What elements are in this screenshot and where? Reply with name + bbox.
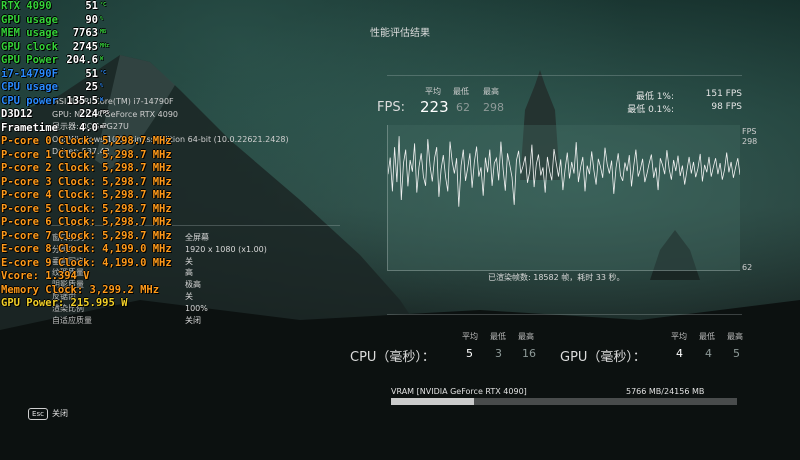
fps-low01-label: 最低 0.1%:	[627, 105, 674, 115]
osd-value: 51	[85, 67, 98, 80]
cpu-header-max: 最高	[518, 332, 534, 341]
fps-header-min: 最低	[453, 87, 469, 96]
fps-axis-unit: FPS	[742, 127, 757, 136]
osd-value: 25	[85, 81, 98, 93]
osd-core-text: P-core 2 Clock: 5,298.7 MHz	[1, 162, 172, 174]
cpu-header-min: 最低	[490, 332, 506, 341]
gpu-frame-avg: 4	[676, 347, 683, 360]
gpu-header-avg: 平均	[671, 332, 687, 341]
vram-label: VRAM [NVIDIA GeForce RTX 4090]	[391, 387, 527, 396]
osd-core-text: GPU Power: 215.995 W	[1, 297, 128, 309]
setting-value: 关	[185, 256, 193, 266]
osd-unit: MB	[100, 29, 107, 35]
settings-values: 全屏幕 1920 x 1080 (x1.00) 关 高 极高 关 100% 关闭	[185, 232, 267, 326]
osd-core-text: P-core 3 Clock: 5,298.7 MHz	[1, 175, 172, 188]
fps-graph-svg	[387, 136, 741, 207]
osd-value: 90	[85, 13, 98, 26]
osd-core-text: P-core 4 Clock: 5,298.7 MHz	[1, 189, 172, 201]
osd-core-text: Memory Clock: 3,299.2 MHz	[1, 283, 160, 296]
fps-header-max: 最高	[483, 87, 499, 96]
setting-value: 1920 x 1080 (x1.00)	[185, 244, 267, 254]
fps-low01-value: 98 FPS	[711, 102, 742, 112]
cpu-frame-max: 16	[522, 347, 536, 360]
osd-value: 2745	[72, 40, 98, 53]
osd-unit: °C	[100, 2, 107, 8]
setting-value: 关闭	[185, 315, 201, 325]
gpu-header-max: 最高	[727, 332, 743, 341]
fps-series-line	[387, 136, 741, 207]
gpu-frame-label: GPU（毫秒）：	[560, 350, 646, 365]
setting-value: 100%	[185, 303, 208, 313]
vram-bar	[391, 398, 737, 405]
rendered-frames-text: 已渲染帧数: 18582 帧，耗时 33 秒。	[488, 273, 625, 282]
osd-core-text: P-core 7 Clock: 5,298.7 MHz	[1, 229, 172, 242]
osd-core-text: E-core 8 Clock: 4,199.0 MHz	[1, 243, 172, 255]
osd-core-text: E-core 9 Clock: 4,199.0 MHz	[1, 256, 172, 269]
setting-value: 高	[185, 268, 193, 278]
fps-header-avg: 平均	[425, 87, 441, 96]
osd-unit: FPS	[100, 110, 110, 116]
fps-label: FPS:	[377, 100, 405, 115]
osd-core-text: P-core 0 Clock: 5,298.7 MHz	[1, 135, 172, 147]
osd-unit: %	[100, 15, 104, 22]
fps-axis-min: 62	[742, 263, 753, 272]
fps-min-value: 62	[456, 101, 470, 114]
vram-bar-fill	[391, 398, 474, 405]
fps-low1-value: 151 FPS	[705, 89, 742, 99]
osd-core-text: Vcore: 1.394 V	[1, 270, 90, 282]
osd-label: D3D12	[1, 108, 33, 120]
osd-unit: MHz	[100, 42, 110, 49]
osd-unit: %	[100, 83, 104, 89]
esc-key-icon[interactable]: Esc	[28, 408, 48, 420]
cpu-frame-min: 3	[495, 347, 502, 360]
cpu-header-avg: 平均	[462, 332, 478, 341]
osd-unit: W	[100, 56, 104, 62]
fps-axis-max: 298	[742, 137, 758, 146]
close-label[interactable]: 关闭	[52, 408, 68, 419]
cpu-frame-avg: 5	[466, 347, 473, 360]
osd-value: 204.6	[66, 54, 98, 66]
osd-unit: W	[100, 96, 104, 103]
gpu-frame-min: 4	[705, 347, 712, 360]
osd-core-text: P-core 1 Clock: 5,298.7 MHz	[1, 148, 172, 161]
fps-avg-value: 223	[420, 98, 449, 116]
osd-core-text: P-core 6 Clock: 5,298.7 MHz	[1, 216, 172, 228]
osd-unit: ms	[100, 123, 107, 130]
setting-value: 关	[185, 291, 193, 301]
setting-label: 自适应质量	[52, 315, 92, 325]
gpu-frame-max: 5	[733, 347, 740, 360]
gpu-header-min: 最低	[699, 332, 715, 341]
osd-value: 4.0	[79, 121, 98, 134]
setting-value: 极高	[185, 280, 201, 290]
osd-value: 51	[85, 0, 98, 12]
divider	[387, 75, 742, 76]
cpu-frame-label: CPU（毫秒）：	[350, 350, 435, 365]
divider	[387, 314, 742, 315]
osd-unit: °C	[100, 69, 107, 76]
osd-core-text: P-core 5 Clock: 5,298.7 MHz	[1, 202, 172, 215]
fps-max-value: 298	[483, 101, 504, 114]
fps-graph	[387, 125, 741, 271]
vram-value: 5766 MB/24156 MB	[626, 387, 705, 396]
osd-value: 224	[79, 108, 98, 120]
osd-value: 135.5	[66, 94, 98, 107]
setting-value: 全屏幕	[185, 233, 209, 242]
fps-low1-label: 最低 1%:	[635, 92, 674, 102]
osd-value: 7763	[72, 27, 98, 39]
